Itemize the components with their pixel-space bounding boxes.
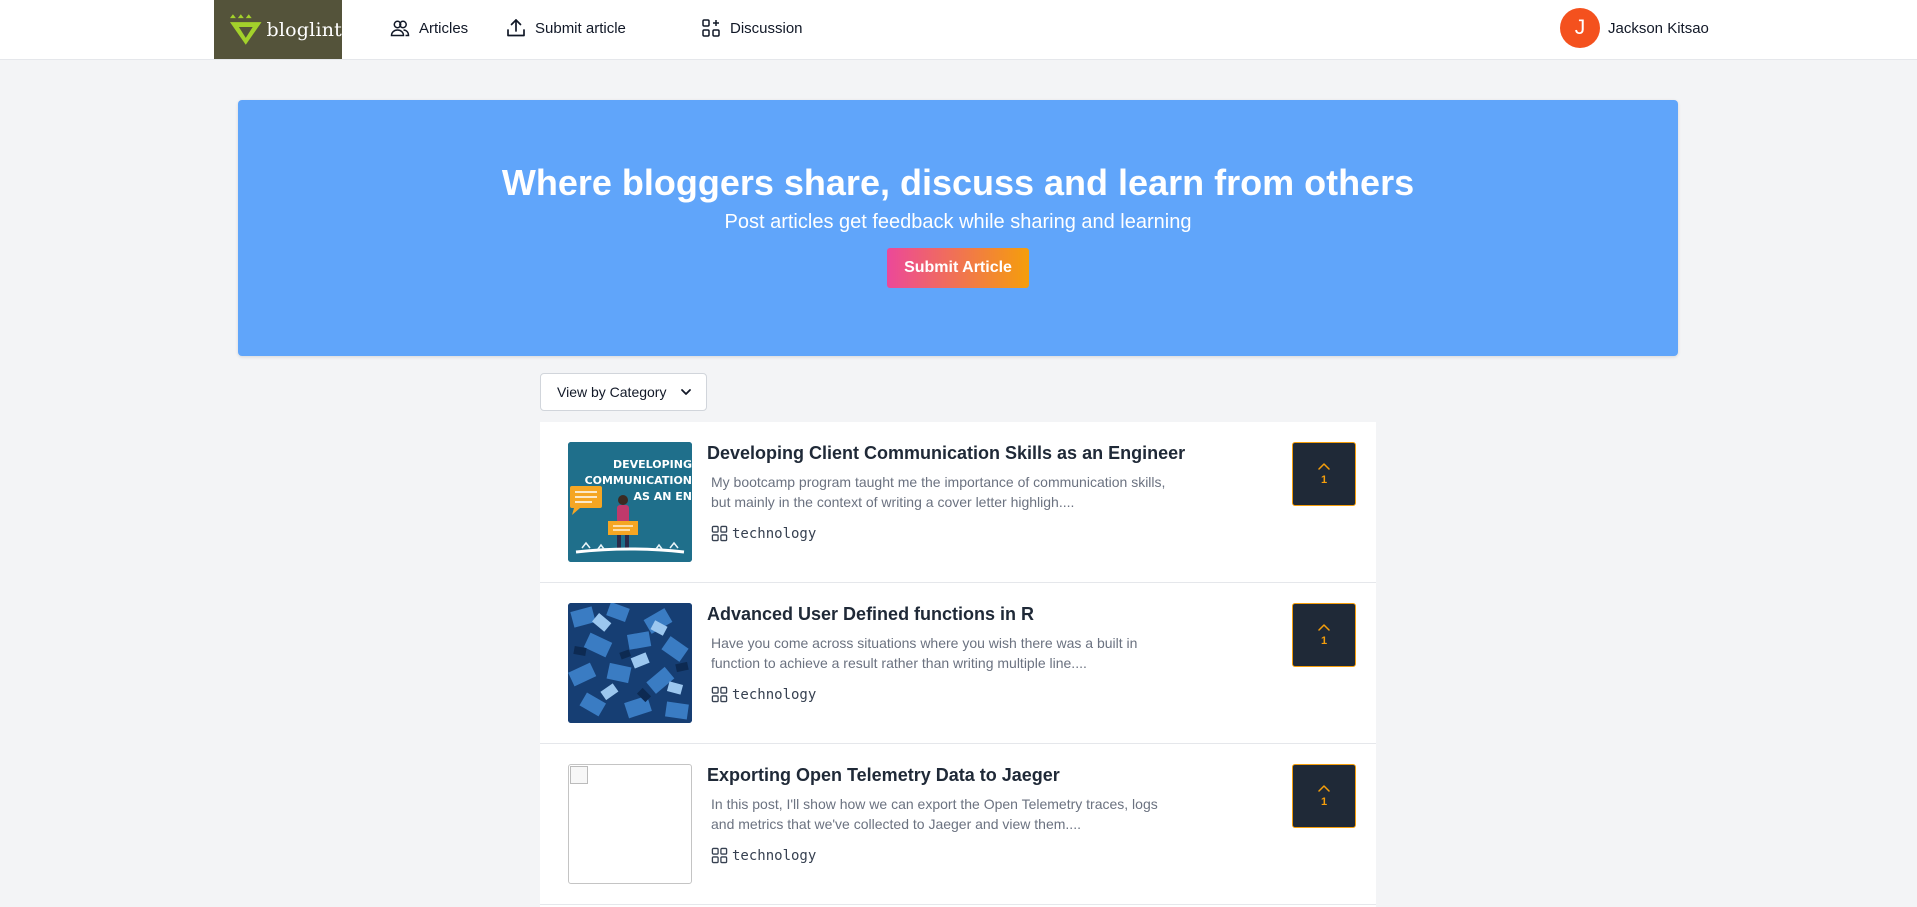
vote-count: 1 — [1320, 635, 1328, 647]
article-category-label: technology — [732, 847, 817, 864]
category-grid-icon — [711, 847, 728, 864]
upvote-button[interactable]: 1 — [1292, 764, 1356, 828]
nav-submit-article[interactable]: Submit article — [506, 16, 626, 40]
article-title[interactable]: Exporting Open Telemetry Data to Jaeger — [707, 765, 1060, 786]
article-thumbnail[interactable]: DEVELOPING COMMUNICATION AS AN EN — [568, 442, 692, 562]
article-category[interactable]: technology — [711, 686, 816, 703]
submit-article-button[interactable]: Submit Article — [887, 248, 1029, 288]
logo[interactable]: bloglint — [214, 0, 342, 59]
article-excerpt: Have you come across situations where yo… — [711, 635, 1138, 671]
article-list: DEVELOPING COMMUNICATION AS AN EN Develo… — [540, 422, 1376, 907]
hero-title: Where bloggers share, discuss and learn … — [501, 162, 1415, 203]
category-grid-icon — [711, 525, 728, 542]
vote-count: 1 — [1320, 796, 1328, 808]
communication-illustration: DEVELOPING COMMUNICATION AS AN EN — [568, 442, 692, 562]
user-menu[interactable]: J Jackson Kitsao — [1560, 8, 1709, 48]
broken-image-icon — [570, 766, 588, 784]
category-grid-icon — [711, 686, 728, 703]
article-card: Exporting Open Telemetry Data to Jaeger … — [540, 744, 1376, 905]
article-card: Advanced User Defined functions in R Hav… — [540, 583, 1376, 744]
hero-subtitle: Post articles get feedback while sharing… — [724, 211, 1192, 233]
nav-articles[interactable]: Articles — [390, 16, 468, 40]
upvote-button[interactable]: 1 — [1292, 442, 1356, 506]
blue-blocks-photo — [568, 603, 692, 723]
article-category[interactable]: technology — [711, 847, 816, 864]
article-excerpt: My bootcamp program taught me the import… — [711, 474, 1166, 510]
article-excerpt: In this post, I'll show how we can expor… — [711, 796, 1158, 832]
article-category-label: technology — [732, 686, 817, 703]
hero-banner: Where bloggers share, discuss and learn … — [238, 100, 1678, 356]
article-category-label: technology — [732, 525, 817, 542]
avatar: J — [1560, 8, 1600, 48]
nav-discussion-label: Discussion — [730, 19, 803, 37]
users-icon — [390, 20, 410, 37]
chevron-up-icon — [1318, 785, 1330, 792]
top-navbar: bloglint Articles Submit article Discuss… — [0, 0, 1917, 60]
chevron-up-icon — [1318, 463, 1330, 470]
article-category[interactable]: technology — [711, 525, 816, 542]
user-name: Jackson Kitsao — [1608, 19, 1709, 37]
grid-plus-icon — [702, 19, 720, 37]
chevron-up-icon — [1318, 624, 1330, 631]
vote-count: 1 — [1320, 474, 1328, 486]
view-by-category-dropdown[interactable]: View by Category — [540, 373, 707, 411]
article-thumbnail[interactable] — [568, 764, 692, 884]
article-title[interactable]: Developing Client Communication Skills a… — [707, 443, 1185, 464]
upload-icon — [507, 19, 525, 37]
chevron-down-icon — [681, 389, 692, 395]
view-by-category-label: View by Category — [557, 384, 667, 400]
nav-submit-article-label: Submit article — [535, 19, 626, 37]
nav-articles-label: Articles — [419, 19, 469, 37]
article-thumbnail[interactable] — [568, 603, 692, 723]
nav-discussion[interactable]: Discussion — [701, 16, 803, 40]
article-card: DEVELOPING COMMUNICATION AS AN EN Develo… — [540, 422, 1376, 583]
article-title[interactable]: Advanced User Defined functions in R — [707, 604, 1034, 625]
logo-text: bloglint — [266, 18, 342, 41]
upvote-button[interactable]: 1 — [1292, 603, 1356, 667]
thumbnail-line: AS AN EN — [633, 490, 692, 503]
logo-mark-icon — [229, 13, 262, 45]
thumbnail-line: COMMUNICATION — [585, 474, 692, 487]
thumbnail-line: DEVELOPING — [613, 458, 692, 471]
